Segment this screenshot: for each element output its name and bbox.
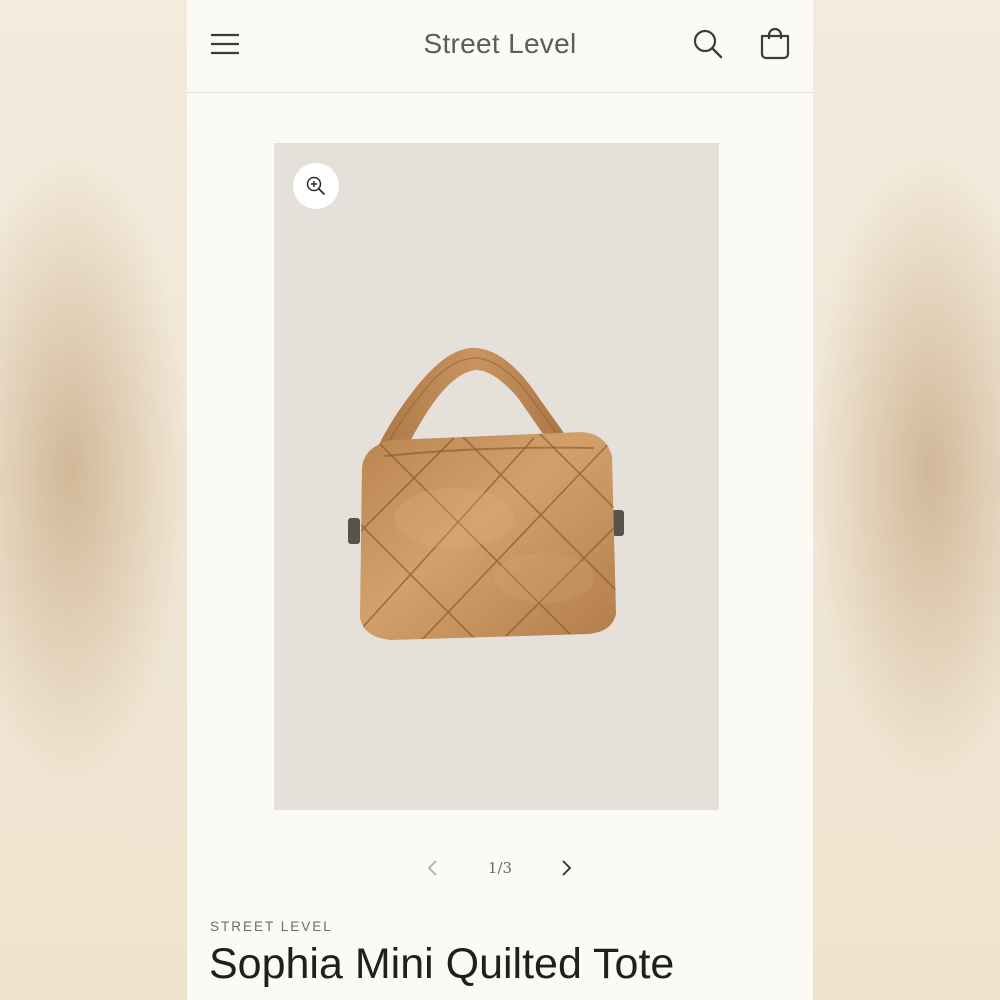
next-slide-button[interactable] — [550, 852, 582, 884]
zoom-button[interactable] — [293, 163, 339, 209]
chevron-right-icon — [562, 860, 572, 876]
product-page: Street Level 1/3 STREET LEVEL Sophia Min… — [187, 0, 813, 1000]
product-vendor: STREET LEVEL — [210, 919, 333, 934]
chevron-left-icon — [427, 860, 437, 876]
cart-bag-icon — [760, 27, 790, 60]
product-title: Sophia Mini Quilted Tote — [209, 940, 675, 988]
slide-counter: 1/3 — [487, 859, 513, 877]
cart-button[interactable] — [753, 22, 797, 66]
zoom-in-icon — [306, 176, 325, 195]
gallery-pagination: 1/3 — [187, 852, 813, 884]
site-header: Street Level — [187, 0, 813, 93]
search-button[interactable] — [686, 22, 730, 66]
product-gallery — [274, 143, 719, 810]
product-image-quilted-tote[interactable] — [344, 328, 644, 648]
previous-slide-button[interactable] — [417, 852, 449, 884]
search-icon — [693, 29, 723, 59]
